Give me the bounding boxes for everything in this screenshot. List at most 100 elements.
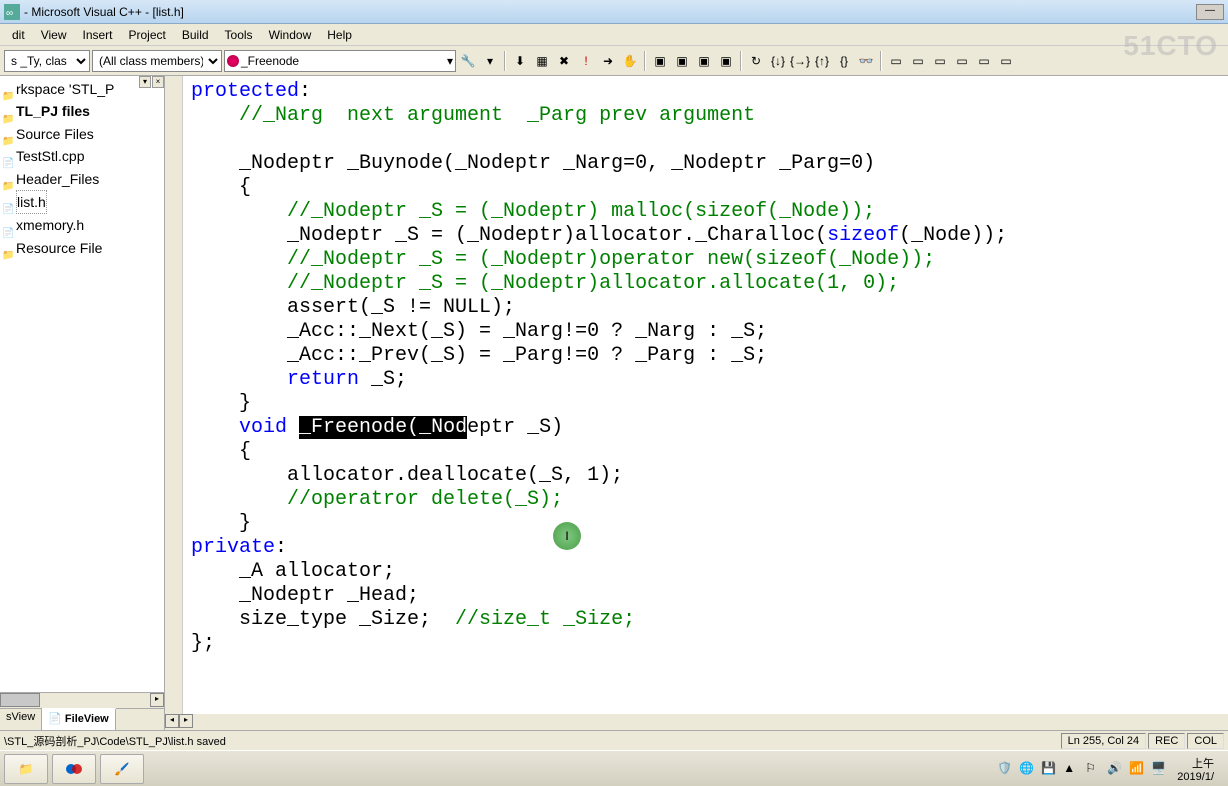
folder-icon [2, 83, 14, 95]
toolbar: s _Ty, clas (All class members) _Freenod… [0, 46, 1228, 76]
tree-item[interactable]: xmemory.h [2, 214, 162, 236]
workspace-tabs: sView 📄 FileView [0, 708, 164, 730]
window-4-icon[interactable]: ▭ [952, 51, 972, 71]
menu-insert[interactable]: Insert [74, 26, 120, 44]
hscroll-thumb[interactable] [0, 693, 40, 707]
menu-window[interactable]: Window [261, 26, 320, 44]
build-icon[interactable]: ▦ [532, 51, 552, 71]
app-icon: ∞ [4, 4, 20, 20]
go-icon[interactable]: ➜ [598, 51, 618, 71]
tree-label: xmemory.h [16, 214, 84, 236]
tree-item[interactable]: TL_PJ files [2, 100, 162, 122]
compile-icon[interactable]: ⬇ [510, 51, 530, 71]
wizard-icon[interactable]: 🔧 [458, 51, 478, 71]
status-position: Ln 255, Col 24 [1061, 733, 1147, 749]
function-icon [227, 55, 239, 67]
run-to-icon[interactable]: {} [834, 51, 854, 71]
menu-build[interactable]: Build [174, 26, 217, 44]
task-vcpp[interactable] [52, 754, 96, 784]
menu-view[interactable]: View [33, 26, 75, 44]
stop-build-icon[interactable]: ✖ [554, 51, 574, 71]
tb-2-icon[interactable]: ▣ [672, 51, 692, 71]
file-icon [2, 150, 14, 162]
tree-item[interactable]: TestStl.cpp [2, 145, 162, 167]
tree-label: rkspace 'STL_P [16, 78, 114, 100]
tb-4-icon[interactable]: ▣ [716, 51, 736, 71]
restart-icon[interactable]: ↻ [746, 51, 766, 71]
editor-hscrollbar[interactable]: ◂ ▸ [165, 714, 1228, 730]
tree-item[interactable]: list.h [2, 190, 162, 214]
panel-close-button[interactable]: × [152, 76, 164, 88]
execute-icon[interactable]: ! [576, 51, 596, 71]
file-icon [2, 220, 14, 232]
window-1-icon[interactable]: ▭ [886, 51, 906, 71]
tree-label: list.h [16, 190, 47, 214]
svg-text:∞: ∞ [6, 8, 13, 19]
sidebar-hscrollbar[interactable]: ▸ [0, 692, 164, 708]
file-tree[interactable]: rkspace 'STL_PTL_PJ filesSource FilesTes… [0, 76, 164, 692]
hscroll-right-arrow[interactable]: ▸ [150, 693, 164, 707]
file-icon [2, 196, 14, 208]
folder-icon [2, 128, 14, 140]
tree-item[interactable]: rkspace 'STL_P [2, 78, 162, 100]
tray-icon-3[interactable]: 💾 [1041, 761, 1057, 777]
tb-1-icon[interactable]: ▣ [650, 51, 670, 71]
editor-hscroll-right[interactable]: ▸ [179, 714, 193, 728]
code-content[interactable]: protected: //_Narg next argument _Parg p… [183, 76, 1228, 714]
window-2-icon[interactable]: ▭ [908, 51, 928, 71]
tree-label: Resource File [16, 237, 102, 259]
minimize-button[interactable]: — [1196, 4, 1224, 20]
tree-item[interactable]: Source Files [2, 123, 162, 145]
step-over-icon[interactable]: {→} [790, 51, 810, 71]
status-rec: REC [1148, 733, 1185, 749]
tree-label: TL_PJ files [16, 100, 90, 122]
tray-icon-7[interactable]: 📶 [1129, 761, 1145, 777]
tray-icon-2[interactable]: 🌐 [1019, 761, 1035, 777]
tray-icon-8[interactable]: 🖥️ [1151, 761, 1167, 777]
dropdown-icon[interactable]: ▾ [480, 51, 500, 71]
tray-icon-6[interactable]: 🔊 [1107, 761, 1123, 777]
tray-icon-1[interactable]: 🛡️ [997, 761, 1013, 777]
titlebar-text: - Microsoft Visual C++ - [list.h] [24, 5, 184, 19]
workspace-panel: ▾ × rkspace 'STL_PTL_PJ filesSource File… [0, 76, 165, 730]
folder-icon [2, 173, 14, 185]
members-combo[interactable]: (All class members) [92, 50, 222, 72]
system-tray: 🛡️ 🌐 💾 ▲ ⚐ 🔊 📶 🖥️ 上午2019/1/ [991, 755, 1224, 783]
editor-hscroll-left[interactable]: ◂ [165, 714, 179, 728]
status-col: COL [1187, 733, 1224, 749]
window-5-icon[interactable]: ▭ [974, 51, 994, 71]
cursor-indicator: I [553, 522, 581, 550]
tab-fileview[interactable]: 📄 FileView [42, 708, 116, 730]
code-editor[interactable]: protected: //_Narg next argument _Parg p… [165, 76, 1228, 730]
menu-project[interactable]: Project [121, 26, 174, 44]
tree-item[interactable]: Resource File [2, 237, 162, 259]
task-explorer[interactable]: 📁 [4, 754, 48, 784]
tray-icon-4[interactable]: ▲ [1063, 761, 1079, 777]
tray-icon-5[interactable]: ⚐ [1085, 761, 1101, 777]
task-paint[interactable]: 🖌️ [100, 754, 144, 784]
window-3-icon[interactable]: ▭ [930, 51, 950, 71]
quickwatch-icon[interactable]: 👓 [856, 51, 876, 71]
step-out-icon[interactable]: {↑} [812, 51, 832, 71]
menubar: dit View Insert Project Build Tools Wind… [0, 24, 1228, 46]
tree-item[interactable]: Header_Files [2, 168, 162, 190]
editor-gutter [165, 76, 183, 714]
folder-icon [2, 106, 14, 118]
window-6-icon[interactable]: ▭ [996, 51, 1016, 71]
clock[interactable]: 上午2019/1/ [1173, 755, 1218, 783]
menu-help[interactable]: Help [319, 26, 360, 44]
menu-edit[interactable]: dit [4, 26, 33, 44]
panel-menu-button[interactable]: ▾ [139, 76, 151, 88]
main-area: ▾ × rkspace 'STL_PTL_PJ filesSource File… [0, 76, 1228, 730]
class-combo[interactable]: s _Ty, clas [4, 50, 90, 72]
step-into-icon[interactable]: {↓} [768, 51, 788, 71]
status-message: \STL_源码剖析_PJ\Code\STL_PJ\list.h saved [4, 733, 1059, 749]
tab-classview[interactable]: sView [0, 709, 42, 730]
tb-3-icon[interactable]: ▣ [694, 51, 714, 71]
statusbar: \STL_源码剖析_PJ\Code\STL_PJ\list.h saved Ln… [0, 730, 1228, 750]
breakpoint-icon[interactable]: ✋ [620, 51, 640, 71]
menu-tools[interactable]: Tools [217, 26, 261, 44]
function-combo[interactable]: _Freenode ▾ [224, 50, 456, 72]
folder-icon [2, 242, 14, 254]
function-name: _Freenode [241, 54, 299, 68]
